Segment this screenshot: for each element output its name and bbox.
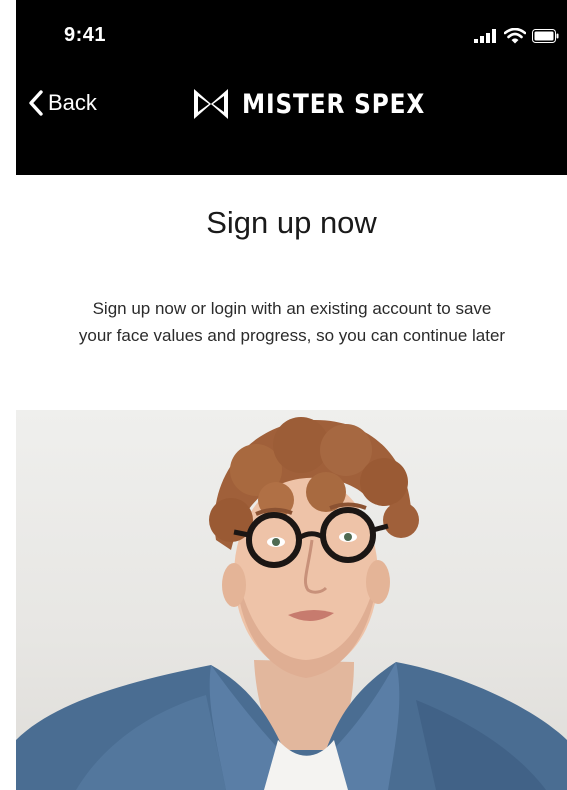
back-label: Back xyxy=(48,90,97,115)
chevron-left-icon xyxy=(29,90,43,116)
app-screen: 9:41 Back MISTER SPEX Sign up now Sign u… xyxy=(16,0,567,790)
back-button[interactable]: Back xyxy=(28,86,97,120)
model-photo-illustration xyxy=(16,417,567,790)
model-photo xyxy=(16,410,567,790)
page-description: Sign up now or login with an existing ac… xyxy=(78,299,506,345)
cellular-signal-icon xyxy=(474,29,496,43)
battery-icon xyxy=(532,29,559,43)
status-time: 9:41 xyxy=(64,24,107,46)
status-icons xyxy=(474,28,559,44)
brand-name: MISTER SPEX xyxy=(242,88,426,120)
wifi-icon xyxy=(504,28,526,44)
brand: MISTER SPEX xyxy=(192,84,455,124)
app-header: 9:41 Back MISTER SPEX xyxy=(16,0,567,175)
mister-spex-logo-icon xyxy=(194,89,228,119)
page-title: Sign up now xyxy=(206,205,377,240)
